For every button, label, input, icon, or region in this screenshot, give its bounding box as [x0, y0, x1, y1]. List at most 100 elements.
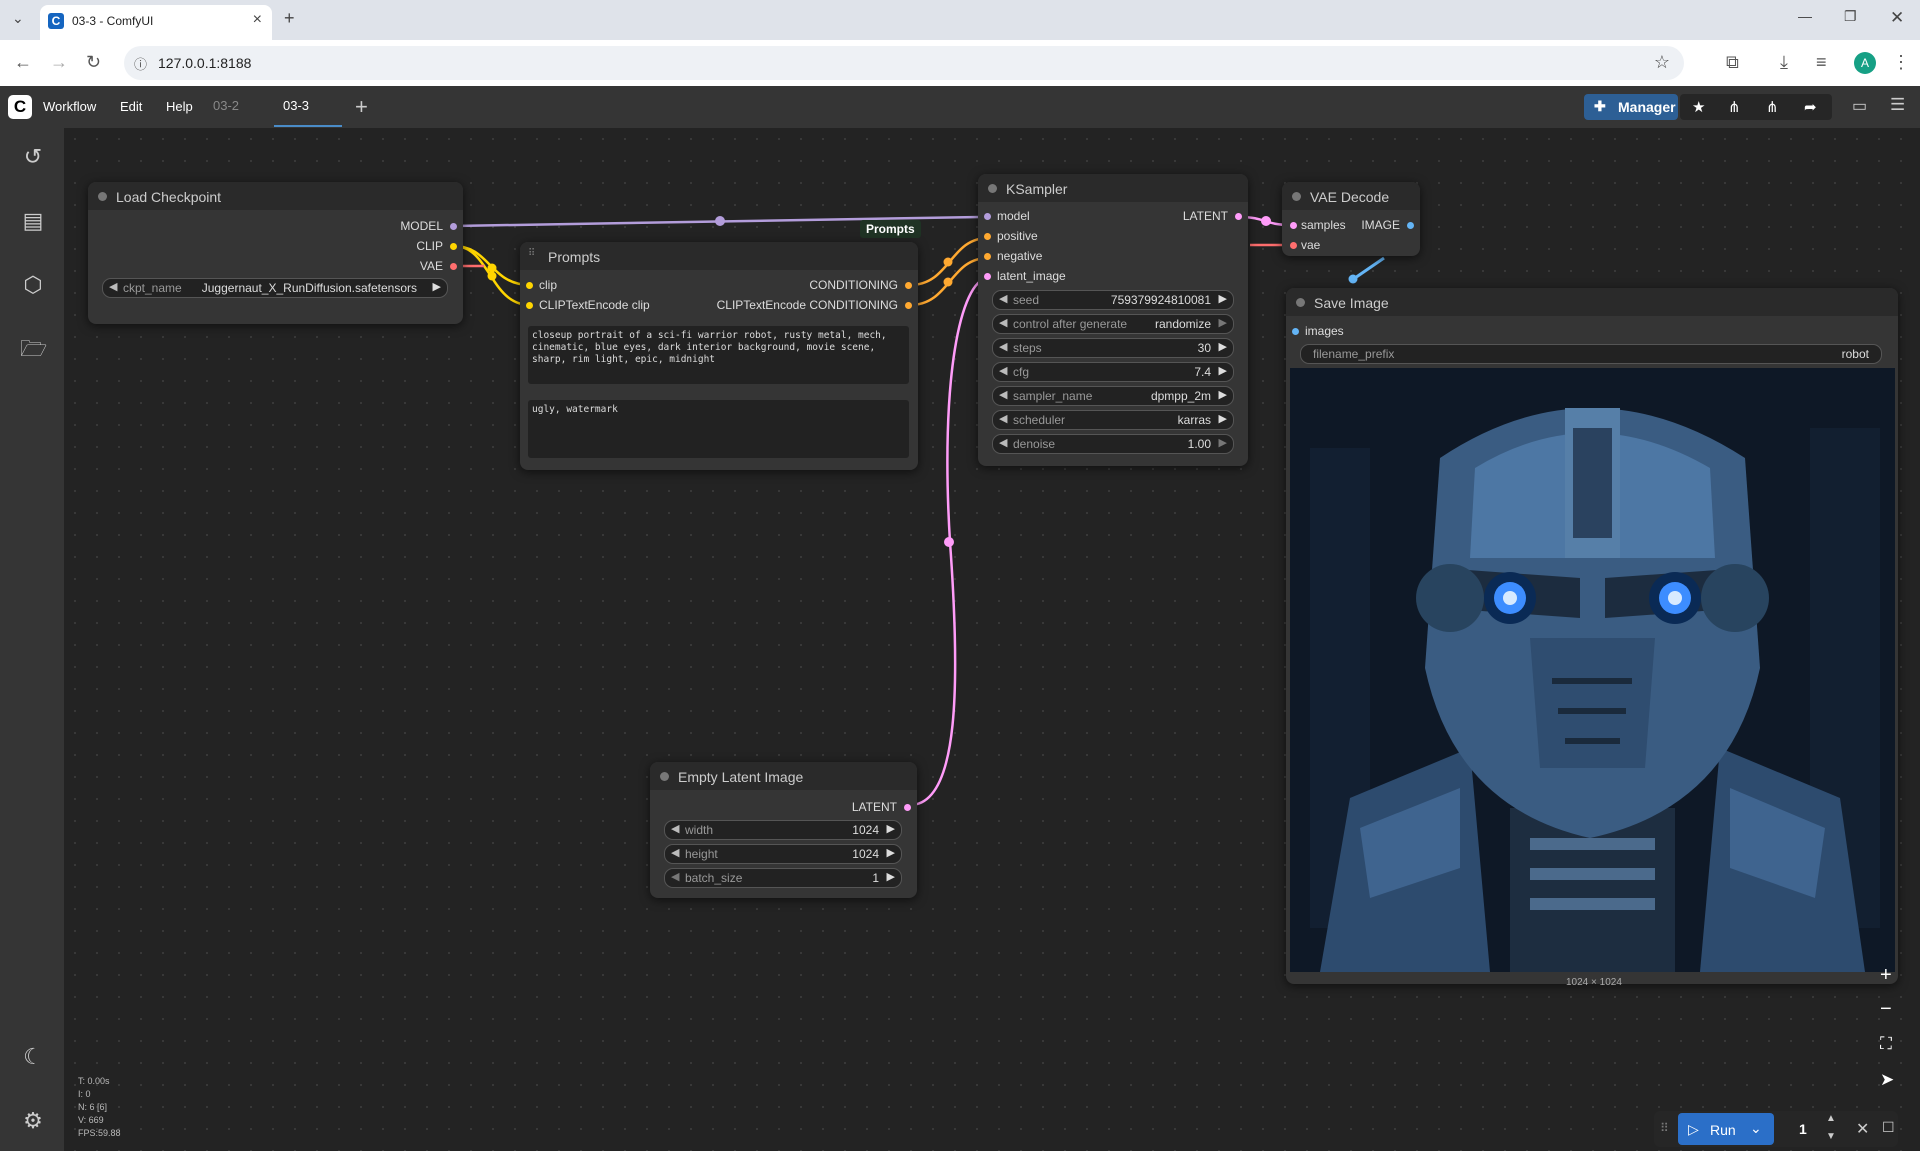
arrow-left-icon[interactable]: ◀ — [109, 280, 117, 293]
drag-handle-icon[interactable]: ⠿ — [1660, 1121, 1669, 1135]
collapse-dot-icon[interactable] — [1296, 298, 1305, 307]
zoom-in-icon[interactable]: + — [1880, 964, 1892, 987]
custom-nodes-icon[interactable]: ⋔ — [1766, 98, 1779, 116]
node-title-bar[interactable]: Empty Latent Image — [650, 762, 917, 790]
close-tab-icon[interactable]: × — [253, 11, 262, 29]
output-clip-dot[interactable] — [450, 243, 457, 250]
ckpt-name-combo[interactable]: ◀ ckpt_name Juggernaut_X_RunDiffusion.sa… — [102, 278, 448, 298]
collapse-dot-icon[interactable] — [1292, 192, 1301, 201]
chevron-down-icon[interactable]: ⌄ — [1750, 1120, 1762, 1137]
increment-icon[interactable]: ▲ — [1826, 1113, 1836, 1124]
output-vae-dot[interactable] — [450, 263, 457, 270]
browser-menu-icon[interactable]: ⋮ — [1892, 52, 1910, 73]
batch-size-widget[interactable]: ◀ batch_size 1 ▶ — [664, 868, 902, 888]
media-icon[interactable]: ≡ — [1816, 52, 1827, 73]
node-title-bar[interactable]: ⠿ Prompts — [520, 242, 918, 270]
input-positive-dot[interactable] — [984, 233, 991, 240]
output-conditioning-dot[interactable] — [905, 282, 912, 289]
toggle-panel-icon[interactable]: ☐ — [1882, 1119, 1895, 1136]
manager-button[interactable]: ✚ Manager — [1584, 94, 1678, 120]
restore-icon[interactable]: ❐ — [1844, 8, 1857, 25]
comfyui-logo-icon[interactable]: C — [8, 95, 32, 119]
downloads-icon[interactable]: ⤓ — [1780, 52, 1788, 73]
cfg-widget[interactable]: ◀ cfg 7.4 ▶ — [992, 362, 1234, 382]
ksampler-node[interactable]: KSampler model positive negative latent_… — [978, 174, 1248, 466]
menu-help[interactable]: Help — [166, 99, 193, 114]
scheduler-widget[interactable]: ◀ scheduler karras ▶ — [992, 410, 1234, 430]
run-button[interactable]: ▷ Run ⌄ — [1678, 1113, 1774, 1145]
collapse-dot-icon[interactable] — [660, 772, 669, 781]
input-samples-dot[interactable] — [1290, 222, 1297, 229]
tab-list-chevron-icon[interactable]: ⌄ — [12, 10, 24, 27]
collapse-dot-icon[interactable] — [98, 192, 107, 201]
width-widget[interactable]: ◀ width 1024 ▶ — [664, 820, 902, 840]
fit-view-icon[interactable]: ⛶ — [1880, 1034, 1892, 1054]
drag-handle-icon[interactable]: ⠿ — [528, 248, 537, 259]
input-negative-dot[interactable] — [984, 253, 991, 260]
node-title-bar[interactable]: VAE Decode — [1282, 182, 1420, 210]
site-info-icon[interactable]: ⓘ — [134, 54, 147, 73]
settings-gear-icon[interactable]: ⚙ — [20, 1108, 46, 1134]
generated-image-preview[interactable] — [1290, 368, 1895, 972]
output-image-dot[interactable] — [1407, 222, 1414, 229]
star-icon[interactable]: ★ — [1692, 98, 1705, 116]
input-images-dot[interactable] — [1292, 328, 1299, 335]
steps-widget[interactable]: ◀ steps 30 ▶ — [992, 338, 1234, 358]
vae-decode-node[interactable]: VAE Decode samples vae IMAGE — [1282, 182, 1420, 256]
input-latent-dot[interactable] — [984, 273, 991, 280]
back-icon[interactable]: ← — [14, 52, 32, 73]
panel-toggle-icon[interactable]: ▭ — [1852, 96, 1867, 116]
clear-queue-icon[interactable]: ✕ — [1856, 1119, 1869, 1139]
workflow-tab-03-3[interactable]: 03-3 — [283, 98, 309, 113]
filename-prefix-widget[interactable]: filename_prefix robot — [1300, 344, 1882, 364]
seed-widget[interactable]: ◀ seed 759379924810081 ▶ — [992, 290, 1234, 310]
sampler-name-widget[interactable]: ◀ sampler_name dpmpp_2m ▶ — [992, 386, 1234, 406]
height-widget[interactable]: ◀ height 1024 ▶ — [664, 844, 902, 864]
negative-prompt-textarea[interactable]: ugly, watermark — [528, 400, 909, 458]
bookmark-star-icon[interactable]: ☆ — [1654, 52, 1670, 73]
zoom-out-icon[interactable]: − — [1880, 998, 1892, 1021]
decrement-icon[interactable]: ▼ — [1826, 1131, 1836, 1142]
batch-count-input[interactable]: 1 — [1799, 1121, 1807, 1137]
group-label-prompts[interactable]: Prompts — [860, 220, 921, 238]
positive-prompt-textarea[interactable]: closeup portrait of a sci-fi warrior rob… — [528, 326, 909, 384]
output-conditioning2-dot[interactable] — [905, 302, 912, 309]
collapse-dot-icon[interactable] — [988, 184, 997, 193]
share-icon[interactable]: ➦ — [1804, 98, 1817, 116]
forward-icon[interactable]: → — [50, 52, 68, 73]
close-window-icon[interactable]: ✕ — [1890, 8, 1904, 28]
prompts-node[interactable]: ⠿ Prompts clip CLIPTextEncode clip CONDI… — [520, 242, 918, 470]
load-checkpoint-node[interactable]: Load Checkpoint MODEL CLIP VAE ◀ ckpt_na… — [88, 182, 463, 324]
output-model-dot[interactable] — [450, 223, 457, 230]
profile-avatar[interactable]: A — [1854, 52, 1876, 74]
denoise-widget[interactable]: ◀ denoise 1.00 ▶ — [992, 434, 1234, 454]
history-icon[interactable]: ↺ — [20, 144, 46, 170]
input-clip2-dot[interactable] — [526, 302, 533, 309]
node-title-bar[interactable]: Load Checkpoint — [88, 182, 463, 210]
new-tab-icon[interactable]: + — [284, 8, 295, 29]
output-latent-dot[interactable] — [1235, 213, 1242, 220]
menu-edit[interactable]: Edit — [120, 99, 142, 114]
reload-icon[interactable]: ↻ — [86, 52, 101, 73]
output-latent-dot[interactable] — [904, 804, 911, 811]
address-bar[interactable]: ⓘ 127.0.0.1:8188 ☆ — [124, 46, 1684, 80]
hamburger-menu-icon[interactable]: ☰ — [1890, 95, 1905, 115]
empty-latent-image-node[interactable]: Empty Latent Image LATENT ◀ width 1024 ▶ ◀ h… — [650, 762, 917, 898]
input-clip-dot[interactable] — [526, 282, 533, 289]
input-model-dot[interactable] — [984, 213, 991, 220]
node-title-bar[interactable]: KSampler — [978, 174, 1248, 202]
extensions-icon[interactable]: ⧉ — [1726, 52, 1739, 73]
node-title-bar[interactable]: Save Image — [1286, 288, 1898, 316]
model-library-icon[interactable]: ⬡ — [20, 272, 46, 298]
queue-icon[interactable]: ▤ — [20, 208, 46, 234]
workflows-icon[interactable]: 🗁 — [20, 336, 47, 362]
pointer-mode-icon[interactable]: ➤ — [1880, 1070, 1894, 1090]
model-download-icon[interactable]: ⋔ — [1728, 98, 1741, 116]
input-vae-dot[interactable] — [1290, 242, 1297, 249]
new-workflow-tab-icon[interactable]: + — [355, 94, 368, 120]
arrow-right-icon[interactable]: ▶ — [433, 280, 441, 293]
minimize-icon[interactable]: — — [1798, 8, 1812, 24]
workflow-tab-03-2[interactable]: 03-2 — [213, 98, 239, 113]
theme-moon-icon[interactable]: ☾ — [20, 1044, 46, 1070]
menu-workflow[interactable]: Workflow — [43, 99, 96, 114]
